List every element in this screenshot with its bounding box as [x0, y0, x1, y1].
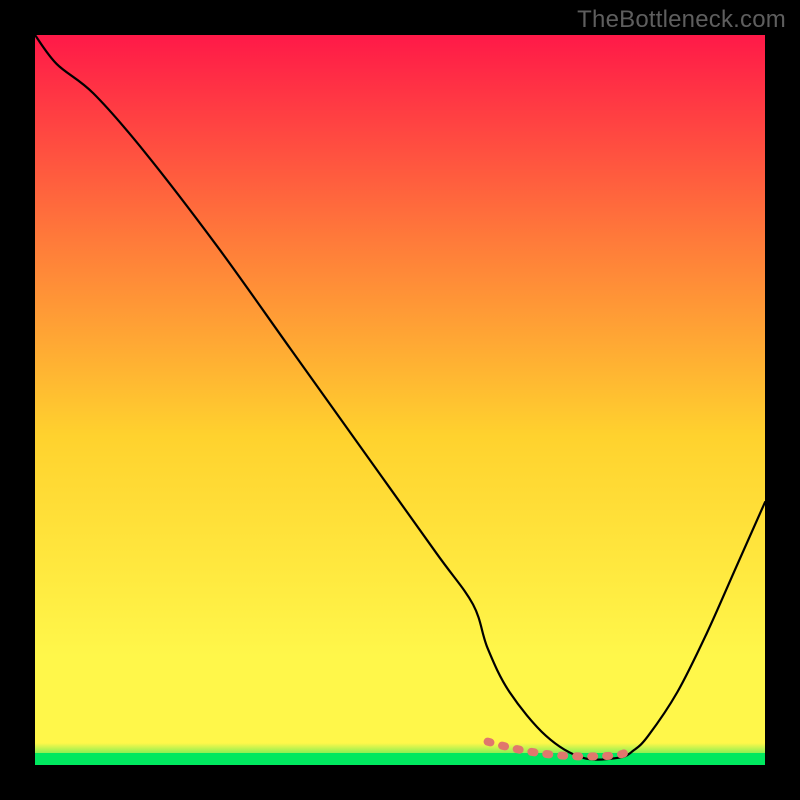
plot-area	[35, 35, 765, 765]
watermark-text: TheBottleneck.com	[577, 6, 786, 34]
chart-background	[35, 35, 765, 765]
chart-container: TheBottleneck.com	[0, 0, 800, 800]
chart-svg	[35, 35, 765, 765]
bottom-green-band	[35, 753, 765, 765]
